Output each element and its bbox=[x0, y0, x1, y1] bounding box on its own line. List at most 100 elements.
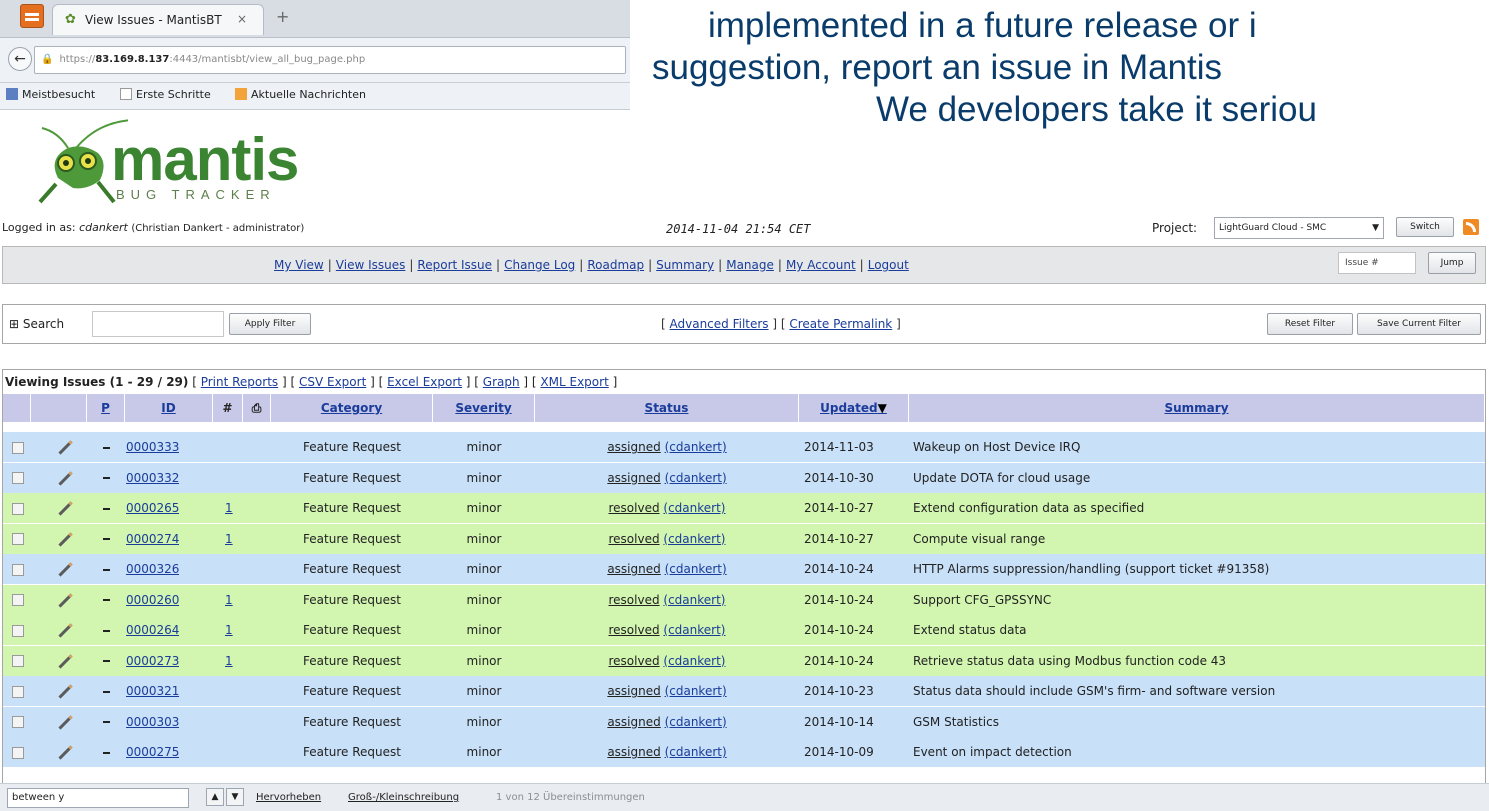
find-input[interactable]: between y bbox=[7, 788, 189, 808]
edit-pencil-icon[interactable] bbox=[57, 646, 74, 676]
edit-pencil-icon[interactable] bbox=[57, 493, 74, 523]
col-severity[interactable]: Severity bbox=[433, 394, 535, 422]
excel-export-link[interactable]: Excel Export bbox=[387, 375, 462, 389]
edit-pencil-icon[interactable] bbox=[57, 707, 74, 737]
tab-close-icon[interactable]: × bbox=[237, 12, 247, 26]
find-previous-icon[interactable]: ▲ bbox=[206, 788, 224, 806]
handler-link[interactable]: (cdankert) bbox=[663, 593, 725, 607]
jump-button[interactable]: Jump bbox=[1428, 252, 1476, 274]
issue-id-link[interactable]: 0000332 bbox=[126, 463, 179, 493]
print-reports-link[interactable]: Print Reports bbox=[201, 375, 278, 389]
issue-notes-count[interactable]: 1 bbox=[225, 646, 233, 676]
issue-id-link[interactable]: 0000274 bbox=[126, 524, 179, 554]
issue-notes-count[interactable]: 1 bbox=[225, 615, 233, 645]
search-input[interactable] bbox=[92, 311, 224, 337]
rss-icon[interactable] bbox=[1463, 219, 1479, 235]
issue-notes-count[interactable]: 1 bbox=[225, 524, 233, 554]
issue-id-link[interactable]: 0000275 bbox=[126, 737, 179, 767]
status-text[interactable]: resolved bbox=[608, 532, 659, 546]
mantis-logo[interactable]: mantis BUG TRACKER bbox=[28, 118, 299, 208]
handler-link[interactable]: (cdankert) bbox=[663, 532, 725, 546]
edit-pencil-icon[interactable] bbox=[57, 585, 74, 615]
issue-id-link[interactable]: 0000333 bbox=[126, 432, 179, 462]
col-updated[interactable]: Updated▼ bbox=[799, 394, 909, 422]
menu-report-issue[interactable]: Report Issue bbox=[417, 258, 492, 272]
issue-id-link[interactable]: 0000264 bbox=[126, 615, 179, 645]
status-text[interactable]: assigned bbox=[607, 745, 660, 759]
edit-pencil-icon[interactable] bbox=[57, 463, 74, 493]
status-text[interactable]: assigned bbox=[607, 440, 660, 454]
handler-link[interactable]: (cdankert) bbox=[665, 440, 727, 454]
back-arrow-icon[interactable]: ← bbox=[8, 47, 32, 71]
match-case-option[interactable]: Groß-/Kleinschreibung bbox=[348, 792, 459, 803]
handler-link[interactable]: (cdankert) bbox=[665, 562, 727, 576]
create-permalink-link[interactable]: Create Permalink bbox=[789, 317, 892, 331]
project-select[interactable]: LightGuard Cloud - SMC ▼ bbox=[1214, 217, 1384, 239]
col-priority[interactable]: P bbox=[87, 394, 125, 422]
edit-pencil-icon[interactable] bbox=[57, 676, 74, 706]
apply-filter-button[interactable]: Apply Filter bbox=[229, 313, 311, 335]
row-checkbox[interactable] bbox=[12, 676, 24, 706]
handler-link[interactable]: (cdankert) bbox=[665, 684, 727, 698]
issue-number-input[interactable]: Issue # bbox=[1338, 252, 1416, 274]
search-toggle[interactable]: ⊞ Search bbox=[9, 317, 64, 331]
menu-my-account[interactable]: My Account bbox=[786, 258, 856, 272]
edit-pencil-icon[interactable] bbox=[57, 554, 74, 584]
row-checkbox[interactable] bbox=[12, 463, 24, 493]
save-current-filter-button[interactable]: Save Current Filter bbox=[1357, 313, 1481, 335]
row-checkbox[interactable] bbox=[12, 707, 24, 737]
menu-change-log[interactable]: Change Log bbox=[504, 258, 575, 272]
graph-link[interactable]: Graph bbox=[483, 375, 520, 389]
reset-filter-button[interactable]: Reset Filter bbox=[1267, 313, 1353, 335]
bookmark-meistbesucht[interactable]: Meistbesucht bbox=[6, 88, 95, 101]
row-checkbox[interactable] bbox=[12, 615, 24, 645]
status-text[interactable]: assigned bbox=[607, 684, 660, 698]
xml-export-link[interactable]: XML Export bbox=[540, 375, 608, 389]
menu-roadmap[interactable]: Roadmap bbox=[587, 258, 644, 272]
row-checkbox[interactable] bbox=[12, 585, 24, 615]
edit-pencil-icon[interactable] bbox=[57, 615, 74, 645]
issue-id-link[interactable]: 0000260 bbox=[126, 585, 179, 615]
menu-summary[interactable]: Summary bbox=[656, 258, 714, 272]
menu-view-issues[interactable]: View Issues bbox=[336, 258, 406, 272]
status-text[interactable]: assigned bbox=[607, 471, 660, 485]
row-checkbox[interactable] bbox=[12, 737, 24, 767]
col-status[interactable]: Status bbox=[535, 394, 799, 422]
handler-link[interactable]: (cdankert) bbox=[665, 471, 727, 485]
new-tab-icon[interactable]: + bbox=[276, 7, 289, 26]
url-bar[interactable]: 🔒 https://83.169.8.137:4443/mantisbt/view… bbox=[34, 46, 626, 74]
menu-manage[interactable]: Manage bbox=[726, 258, 774, 272]
issue-notes-count[interactable]: 1 bbox=[225, 585, 233, 615]
edit-pencil-icon[interactable] bbox=[57, 737, 74, 767]
status-text[interactable]: resolved bbox=[608, 654, 659, 668]
edit-pencil-icon[interactable] bbox=[57, 524, 74, 554]
handler-link[interactable]: (cdankert) bbox=[663, 654, 725, 668]
row-checkbox[interactable] bbox=[12, 493, 24, 523]
csv-export-link[interactable]: CSV Export bbox=[299, 375, 366, 389]
handler-link[interactable]: (cdankert) bbox=[663, 501, 725, 515]
status-text[interactable]: resolved bbox=[608, 593, 659, 607]
row-checkbox[interactable] bbox=[12, 646, 24, 676]
firefox-menu-button[interactable] bbox=[20, 4, 44, 28]
issue-id-link[interactable]: 0000265 bbox=[126, 493, 179, 523]
issue-id-link[interactable]: 0000326 bbox=[126, 554, 179, 584]
status-text[interactable]: assigned bbox=[607, 562, 660, 576]
issue-id-link[interactable]: 0000321 bbox=[126, 676, 179, 706]
col-id[interactable]: ID bbox=[125, 394, 213, 422]
advanced-filters-link[interactable]: Advanced Filters bbox=[670, 317, 769, 331]
handler-link[interactable]: (cdankert) bbox=[663, 623, 725, 637]
bookmark-aktuelle-nachrichten[interactable]: Aktuelle Nachrichten bbox=[235, 88, 366, 101]
edit-pencil-icon[interactable] bbox=[57, 432, 74, 462]
issue-id-link[interactable]: 0000303 bbox=[126, 707, 179, 737]
menu-my-view[interactable]: My View bbox=[274, 258, 324, 272]
issue-notes-count[interactable]: 1 bbox=[225, 493, 233, 523]
highlight-all-option[interactable]: Hervorheben bbox=[256, 792, 321, 803]
bookmark-erste-schritte[interactable]: Erste Schritte bbox=[120, 88, 211, 101]
handler-link[interactable]: (cdankert) bbox=[665, 745, 727, 759]
row-checkbox[interactable] bbox=[12, 554, 24, 584]
status-text[interactable]: resolved bbox=[608, 623, 659, 637]
find-next-icon[interactable]: ▼ bbox=[226, 788, 244, 806]
issue-id-link[interactable]: 0000273 bbox=[126, 646, 179, 676]
row-checkbox[interactable] bbox=[12, 524, 24, 554]
switch-project-button[interactable]: Switch bbox=[1396, 217, 1454, 237]
